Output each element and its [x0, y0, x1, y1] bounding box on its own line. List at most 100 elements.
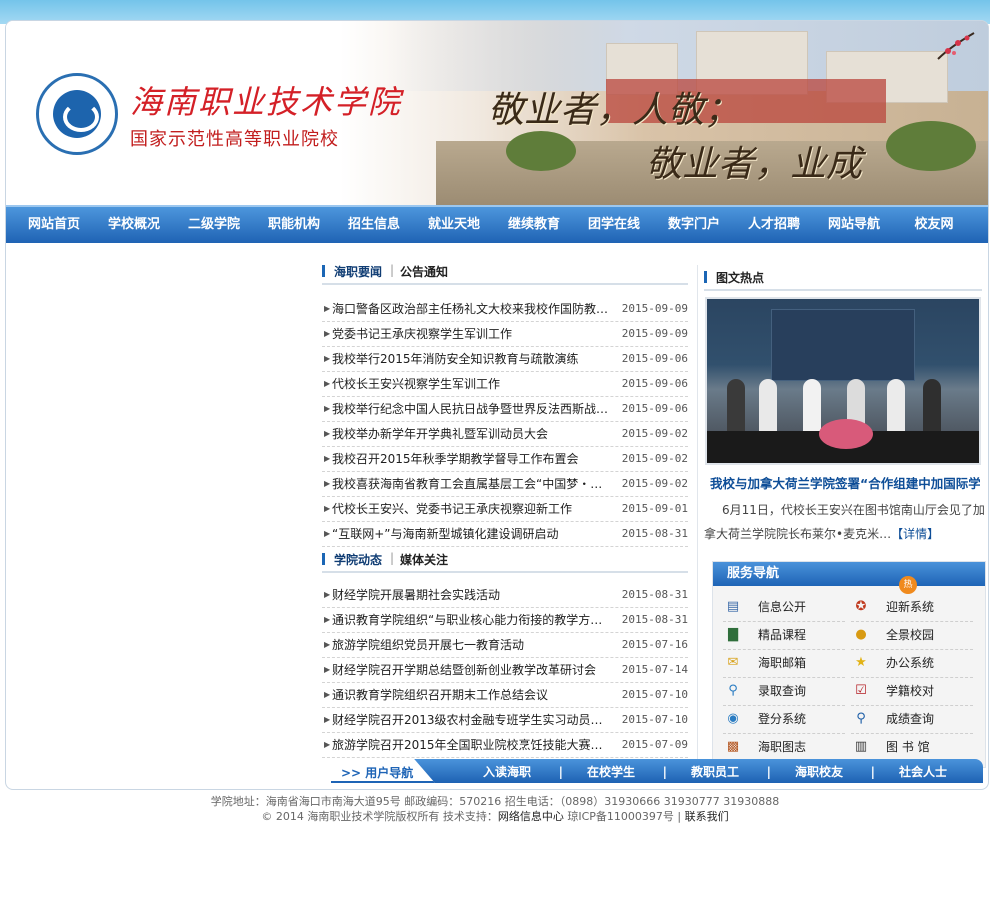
news-title-link[interactable]: 我校举行2015年消防安全知识教育与疏散演练	[332, 347, 614, 371]
bullet-arrow-icon: ▶	[324, 479, 331, 488]
service-link[interactable]: ◉ 登分系统	[723, 706, 845, 734]
nav-departments[interactable]: 职能机构	[254, 207, 334, 243]
news-title-link[interactable]: 海口警备区政治部主任杨礼文大校来我校作国防教育讲座	[332, 297, 614, 321]
news-date: 2015-09-02	[621, 427, 688, 440]
list-item[interactable]: ▶我校举行纪念中国人民抗日战争暨世界反法西斯战争胜利70周年 2015-09-06	[322, 397, 688, 422]
service-link[interactable]: ★ 办公系统	[851, 650, 973, 678]
nav-about[interactable]: 学校概况	[94, 207, 174, 243]
user-nav-public[interactable]: 社会人士	[871, 759, 975, 785]
list-item[interactable]: ▶ 海口警备区政治部主任杨礼文大校来我校作国防教育讲座 2015-09-09	[322, 297, 688, 322]
footer-address: 学院地址：海南省海口市南海大道95号 邮政编码：570216 招生电话：（089…	[210, 795, 780, 808]
news-date: 2015-07-10	[621, 713, 688, 726]
list-item[interactable]: ▶ 财经学院召开学期总结暨创新创业教学改革研讨会 2015-07-14	[322, 658, 688, 683]
nav-continuing-education[interactable]: 继续教育	[494, 207, 574, 243]
tab-school-news[interactable]: 海职要闻	[334, 263, 382, 280]
service-label: 图 书 馆	[886, 740, 930, 754]
list-item[interactable]: ▶ 我校举办新学年开学典礼暨军训动员大会 2015-09-02	[322, 422, 688, 447]
list-item[interactable]: ▶ 代校长王安兴、党委书记王承庆视察迎新工作 2015-09-01	[322, 497, 688, 522]
tab-announcements[interactable]: 公告通知	[400, 263, 448, 280]
news-title-link[interactable]: 旅游学院召开2015年全国职业院校烹饪技能大赛总结会	[332, 733, 614, 757]
news-title-link[interactable]: 财经学院召开学期总结暨创新创业教学改革研讨会	[332, 658, 614, 682]
list-item[interactable]: ▶ 财经学院召开2013级农村金融专班学生实习动员大会 2015-07-10	[322, 708, 688, 733]
news-title-link[interactable]: 旅游学院组织党员开展七一教育活动	[332, 633, 614, 657]
service-link[interactable]: ▩ 海职图志	[723, 734, 845, 762]
nav-home[interactable]: 网站首页	[14, 207, 94, 243]
list-item[interactable]: ▶ 通识教育学院组织召开期末工作总结会议 2015-07-10	[322, 683, 688, 708]
nav-site-map[interactable]: 网站导航	[814, 207, 894, 243]
service-link[interactable]: ▇ 精品课程	[723, 622, 845, 650]
news-title-link[interactable]: 代校长王安兴、党委书记王承庆视察迎新工作	[332, 497, 614, 521]
nav-colleges[interactable]: 二级学院	[174, 207, 254, 243]
nav-digital-portal[interactable]: 数字门户	[654, 207, 734, 243]
user-nav-prospective[interactable]: 入读海职	[455, 759, 563, 785]
news-date: 2015-07-09	[621, 738, 688, 751]
list-item[interactable]: ▶ 代校长王安兴视察学生军训工作 2015-09-06	[322, 372, 688, 397]
header-banner: 海南职业技术学院 国家示范性高等职业院校 敬业者，人敬； 敬业者，业成	[6, 21, 988, 205]
list-item[interactable]: ▶ 我校召开2015年秋季学期教学督导工作布置会 2015-09-02	[322, 447, 688, 472]
tab-college-news[interactable]: 学院动态	[334, 551, 382, 568]
list-item[interactable]: ▶ 党委书记王承庆视察学生军训工作 2015-09-09	[322, 322, 688, 347]
bullet-arrow-icon: ▶	[324, 379, 331, 388]
details-link[interactable]: 【详情】	[891, 527, 939, 541]
motto-line-2: 敬业者，业成	[646, 144, 863, 185]
nav-employment[interactable]: 就业天地	[414, 207, 494, 243]
service-link[interactable]: ✉ 海职邮箱	[723, 650, 845, 678]
album-icon: ▩	[726, 739, 740, 754]
service-link[interactable]: ☑ 学籍校对	[851, 678, 973, 706]
news-date: 2015-07-16	[621, 638, 688, 651]
bullet-arrow-icon: ▶	[324, 665, 331, 674]
service-link[interactable]: ● 全景校园	[851, 622, 973, 650]
user-nav-alumni[interactable]: 海职校友	[767, 759, 875, 785]
school-news-list: ▶ 海口警备区政治部主任杨礼文大校来我校作国防教育讲座 2015-09-09 ▶ 党委书…	[322, 297, 688, 547]
news-title-link[interactable]: 财经学院召开2013级农村金融专班学生实习动员大会	[332, 708, 614, 732]
news-date: 2015-07-10	[621, 688, 688, 701]
nav-youth-league[interactable]: 团学在线	[574, 207, 654, 243]
list-item[interactable]: ▶ “互联网+”与海南新型城镇化建设调研启动 2015-08-31	[322, 522, 688, 547]
service-label: 信息公开	[758, 600, 807, 614]
list-item[interactable]: ▶ 我校举行2015年消防安全知识教育与疏散演练 2015-09-06	[322, 347, 688, 372]
service-label: 海职图志	[758, 740, 807, 754]
news-title-link[interactable]: “互联网+”与海南新型城镇化建设调研启动	[332, 522, 614, 546]
photo-news-heading: 图文热点	[716, 271, 765, 285]
photo-news-summary: 6月11日，代校长王安兴在图书馆南山厅会见了加拿大荷兰学院院长布莱尔•麦克米…【…	[704, 503, 985, 541]
news-title-link[interactable]: 我校喜获海南省教育工会直属基层工会“中国梦・劳动美”	[332, 472, 614, 496]
nav-alumni[interactable]: 校友网	[894, 207, 974, 243]
news-date: 2015-09-06	[621, 402, 688, 415]
list-item[interactable]: ▶ 通识教育学院组织“与职业核心能力衔接的教学方法”培训 2015-08-31	[322, 608, 688, 633]
globe-icon: ●	[855, 627, 867, 642]
news-title-link[interactable]: 我校召开2015年秋季学期教学督导工作布置会	[332, 447, 614, 471]
icp-number[interactable]: 琼ICP备11000397号	[567, 810, 674, 823]
document-icon: ▤	[726, 599, 740, 614]
news-title-link[interactable]: 我校举行纪念中国人民抗日战争暨世界反法西斯战争胜利70周年	[332, 397, 614, 421]
list-item[interactable]: ▶ 旅游学院组织党员开展七一教育活动 2015-07-16	[322, 633, 688, 658]
news-title-link[interactable]: 通识教育学院组织召开期末工作总结会议	[332, 683, 614, 707]
nav-recruitment[interactable]: 人才招聘	[734, 207, 814, 243]
photo-news-title[interactable]: 我校与加拿大荷兰学院签署“合作组建中加国际学院”	[710, 473, 980, 492]
tab-media[interactable]: 媒体关注	[400, 551, 448, 568]
news-title-link[interactable]: 通识教育学院组织“与职业核心能力衔接的教学方法”培训	[332, 608, 614, 632]
service-link[interactable]: ⚲ 成绩查询	[851, 706, 973, 734]
nav-admissions[interactable]: 招生信息	[334, 207, 414, 243]
news-title-link[interactable]: 代校长王安兴视察学生军训工作	[332, 372, 614, 396]
service-link[interactable]: ✪ 迎新系统	[851, 594, 973, 622]
service-link[interactable]: ⚲ 录取查询	[723, 678, 845, 706]
service-label: 海职邮箱	[758, 656, 807, 670]
photo-news-image[interactable]	[705, 297, 981, 465]
tech-support-link[interactable]: 网络信息中心	[498, 810, 564, 823]
user-nav-students[interactable]: 在校学生	[559, 759, 667, 785]
user-nav-label: >> 用户导航	[331, 759, 435, 783]
contact-link[interactable]: 联系我们	[685, 810, 729, 823]
list-item[interactable]: ▶ 我校喜获海南省教育工会直属基层工会“中国梦・劳动美” 2015-09-02	[322, 472, 688, 497]
news-title-link[interactable]: 党委书记王承庆视察学生军训工作	[332, 322, 614, 346]
service-label: 学籍校对	[886, 684, 935, 698]
list-item[interactable]: ▶ 旅游学院召开2015年全国职业院校烹饪技能大赛总结会 2015-07-09	[322, 733, 688, 758]
service-link[interactable]: ▤ 信息公开	[723, 594, 845, 622]
list-item[interactable]: ▶ 财经学院开展暑期社会实践活动 2015-08-31	[322, 583, 688, 608]
service-label: 录取查询	[758, 684, 807, 698]
service-link[interactable]: ▥ 图 书 馆	[851, 734, 973, 762]
news-title-link[interactable]: 财经学院开展暑期社会实践活动	[332, 583, 614, 607]
medal-icon: ✪	[855, 599, 867, 614]
school-logo[interactable]	[36, 73, 118, 155]
user-nav-staff[interactable]: 教职员工	[663, 759, 771, 785]
news-title-link[interactable]: 我校举办新学年开学典礼暨军训动员大会	[332, 422, 614, 446]
